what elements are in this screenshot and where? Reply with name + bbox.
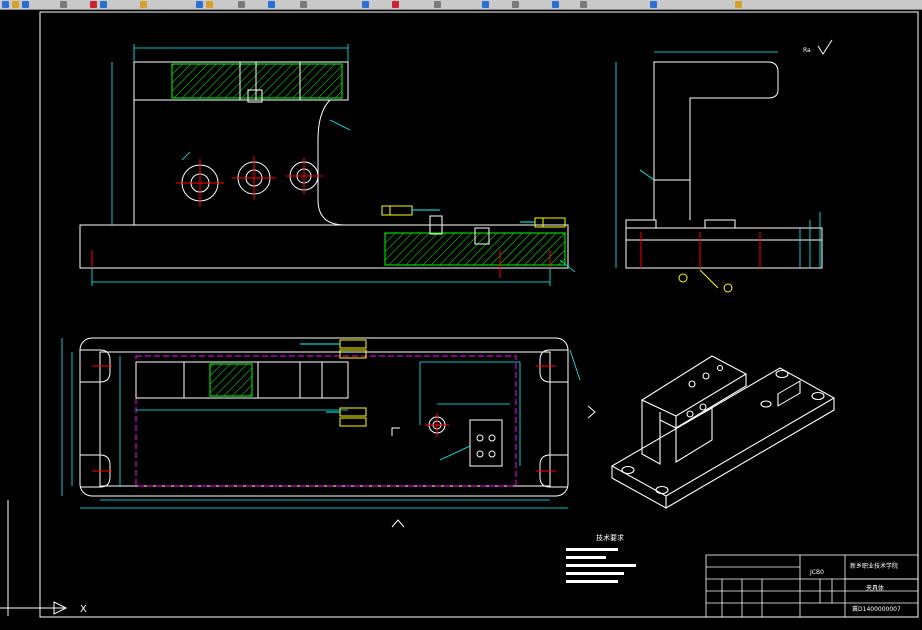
paste-icon[interactable] [552,1,559,8]
iso-slot [621,465,635,475]
help-icon[interactable] [735,1,742,8]
view-corner [391,427,400,436]
iso-slot [775,369,789,379]
toolbar [0,0,922,10]
redo-icon[interactable] [482,1,489,8]
top-small-hole [488,434,496,442]
front-dim-line [329,119,351,131]
surface-finish-mark: Ra [803,39,833,55]
iso-upright-side [659,416,677,429]
tech-req-line [566,580,618,583]
tolerance-frame [339,339,367,349]
drawing-border [39,11,919,618]
side-dim-line [639,169,655,181]
iso-slot [811,391,825,401]
zoom-icon[interactable] [140,1,147,8]
section-arrow [587,405,596,419]
iso-block [777,380,801,407]
iso-slot [655,485,669,495]
top-small-hole [476,434,484,442]
technical-requirements: 技术要求 [566,533,636,583]
undo-icon[interactable] [434,1,441,8]
front-dim-line [181,151,191,161]
top-hatch [209,363,253,397]
save-icon[interactable] [300,1,307,8]
print-icon[interactable] [362,1,369,8]
top-dim-line [569,349,581,381]
properties-icon[interactable] [90,1,97,8]
table-icon[interactable] [206,1,213,8]
tech-req-line [566,564,636,567]
area-icon[interactable] [650,1,657,8]
color-icon[interactable] [12,1,19,8]
ucs-icon [0,500,68,616]
title-college: 新乡职业技术学院 [850,562,898,570]
tolerance-frame [339,417,367,427]
datum-symbol [678,273,688,283]
iso-pin [760,400,772,408]
tolerance-frame [534,217,566,228]
drawing-canvas[interactable]: Ra 技术要求 JCB0 新乡职业技术学院 夹具体 冀D1400000007 X [0,10,922,630]
side-view [615,51,823,293]
datum-symbol [723,283,733,293]
preview-icon[interactable] [392,1,399,8]
block-icon[interactable] [268,1,275,8]
front-view [79,44,576,286]
title-part-name: 夹具体 [866,584,884,592]
iso-hole [686,410,694,418]
calc-icon[interactable] [238,1,245,8]
copy-icon[interactable] [512,1,519,8]
isometric-view [610,355,836,509]
tolerance-frame [339,349,367,359]
iso-hole [699,403,707,411]
tolerance-frame [381,205,413,216]
ucs-x-label: X [80,604,87,615]
top-small-hole [476,450,484,458]
side-base-step [625,219,657,229]
front-hole [286,158,322,194]
side-base-block [704,219,736,229]
iso-upright-front [641,400,661,465]
side-l-bracket [653,61,779,220]
tech-req-line [566,572,624,575]
front-hole [232,156,276,200]
title-part-code: JCB0 [809,569,824,576]
tech-req-line [566,556,606,559]
tolerance-frame [339,407,367,417]
side-base [625,227,823,269]
dist-icon[interactable] [580,1,587,8]
iso-hole [702,372,710,380]
iso-bracket-face [675,407,713,463]
top-hole [425,413,449,437]
front-hatch-top [171,63,343,99]
top-small-hole [488,450,496,458]
linetype-icon[interactable] [22,1,29,8]
pan-icon[interactable] [196,1,203,8]
iso-hole [688,380,696,388]
top-pad [469,419,503,467]
top-view [61,337,596,528]
lineweight-icon[interactable] [60,1,67,8]
matchprop-icon[interactable] [100,1,107,8]
surface-finish-label: Ra [803,47,811,54]
tech-req-title: 技术要求 [596,533,624,542]
iso-hole [716,364,724,372]
layer-icon[interactable] [2,1,9,8]
front-hole [176,159,224,207]
top-hidden-outline [135,355,517,487]
title-drawing-no: 冀D1400000007 [852,605,901,613]
top-block [299,361,323,399]
section-arrow [391,519,405,528]
top-dim-line [439,445,471,461]
tech-req-line [566,548,618,551]
